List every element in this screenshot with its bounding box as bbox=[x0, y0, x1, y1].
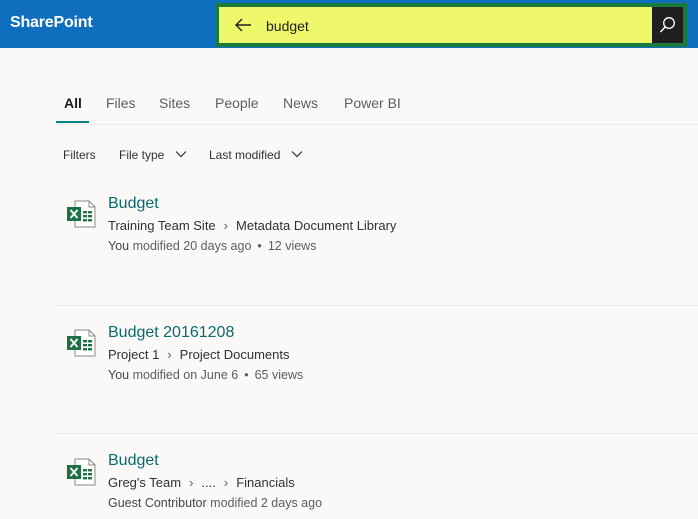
separator-dot: • bbox=[244, 368, 249, 382]
excel-file-icon bbox=[67, 200, 96, 228]
result-meta: You modified on June 6 • 65 views bbox=[108, 368, 303, 382]
path-site-link[interactable]: Greg's Team bbox=[108, 475, 181, 490]
tab-all[interactable]: All bbox=[64, 95, 82, 111]
path-library-link[interactable]: Financials bbox=[236, 475, 295, 490]
result-meta: You modified 20 days ago • 12 views bbox=[108, 239, 316, 253]
tab-files[interactable]: Files bbox=[106, 95, 136, 111]
path-library-link[interactable]: Project Documents bbox=[180, 347, 290, 362]
view-count: 65 views bbox=[254, 368, 304, 382]
result-path: Greg's Team ›.... › Financials bbox=[108, 475, 295, 490]
result-title-link[interactable]: Budget bbox=[108, 452, 159, 470]
result-title-link[interactable]: Budget 20161208 bbox=[108, 324, 234, 342]
result-divider bbox=[56, 433, 698, 434]
path-site-link[interactable]: Project 1 bbox=[108, 347, 159, 362]
result-meta: Guest Contributor modified 2 days ago bbox=[108, 496, 322, 510]
tab-news[interactable]: News bbox=[283, 95, 318, 111]
top-bar: SharePoint budget bbox=[0, 0, 698, 48]
tab-power-bi[interactable]: Power BI bbox=[344, 95, 401, 111]
modified-text: modified 20 days ago bbox=[132, 239, 252, 253]
modified-text: modified on June 6 bbox=[132, 368, 239, 382]
chevron-right-icon: › bbox=[223, 218, 229, 233]
app-brand[interactable]: SharePoint bbox=[10, 14, 93, 32]
view-count: 12 views bbox=[267, 239, 317, 253]
last-modified-dropdown[interactable]: Last modified bbox=[209, 148, 303, 162]
chevron-right-icon: › bbox=[189, 475, 194, 490]
search-query: budget bbox=[266, 18, 309, 34]
last-modified-label: Last modified bbox=[209, 148, 281, 162]
chevron-right-icon: › bbox=[223, 475, 229, 490]
tabs-divider bbox=[56, 124, 698, 125]
result-divider bbox=[56, 305, 698, 306]
modified-by: You bbox=[108, 239, 130, 253]
search-icon bbox=[659, 17, 675, 33]
modified-by: You bbox=[108, 368, 130, 382]
modified-text: modified 2 days ago bbox=[210, 496, 323, 510]
search-container: budget bbox=[215, 3, 687, 47]
result-path: Project 1 › Project Documents bbox=[108, 347, 289, 362]
back-arrow-icon[interactable] bbox=[233, 15, 253, 35]
excel-file-icon bbox=[67, 329, 96, 357]
tab-people[interactable]: People bbox=[215, 95, 259, 111]
file-type-label: File type bbox=[119, 148, 165, 162]
active-tab-indicator bbox=[56, 121, 89, 123]
filters-label: Filters bbox=[63, 148, 96, 162]
chevron-down-icon bbox=[291, 151, 303, 158]
path-site-link[interactable]: Training Team Site bbox=[108, 218, 216, 233]
excel-file-icon bbox=[67, 458, 96, 486]
result-path: Training Team Site › Metadata Document Lib… bbox=[108, 218, 396, 233]
search-button[interactable] bbox=[652, 7, 683, 43]
chevron-down-icon bbox=[175, 151, 187, 158]
modified-by: Guest Contributor bbox=[108, 496, 207, 510]
search-input[interactable]: budget bbox=[219, 7, 652, 43]
result-title-link[interactable]: Budget bbox=[108, 195, 159, 213]
tab-sites[interactable]: Sites bbox=[159, 95, 190, 111]
path-ellipsis[interactable]: .... bbox=[201, 475, 215, 490]
file-type-dropdown[interactable]: File type bbox=[119, 148, 187, 162]
path-library-link[interactable]: Metadata Document Library bbox=[236, 218, 396, 233]
chevron-right-icon: › bbox=[167, 347, 172, 362]
separator-dot: • bbox=[257, 239, 262, 253]
